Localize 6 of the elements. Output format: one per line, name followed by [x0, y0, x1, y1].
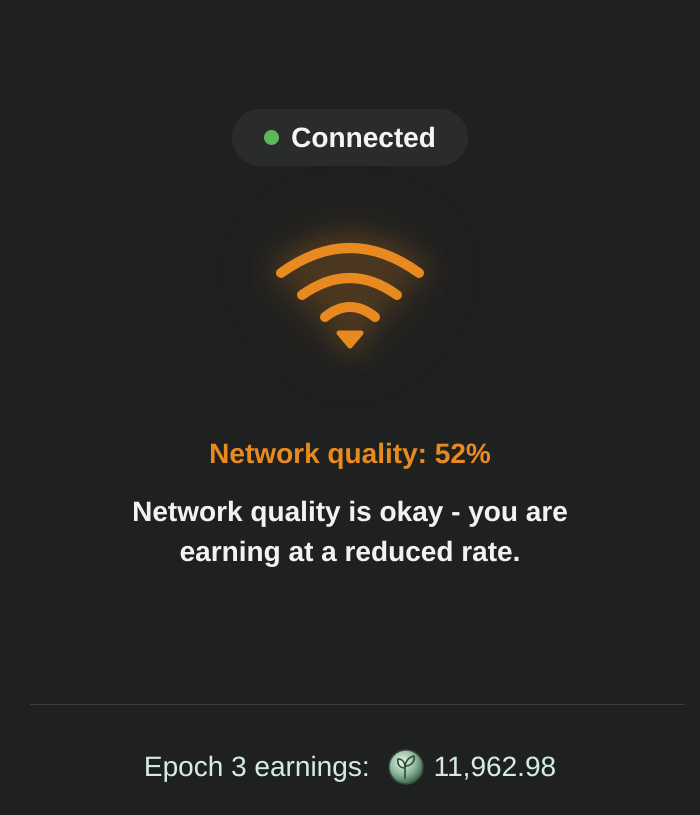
sprout-coin-icon [388, 749, 424, 785]
network-quality-label: Network quality: 52% [209, 438, 491, 470]
status-label: Connected [291, 122, 436, 154]
earnings-amount: 11,962.98 [434, 751, 556, 783]
earnings-label: Epoch 3 earnings: [144, 751, 370, 783]
network-quality-message: Network quality is okay - you are earning at a reduced rate. [131, 495, 569, 569]
